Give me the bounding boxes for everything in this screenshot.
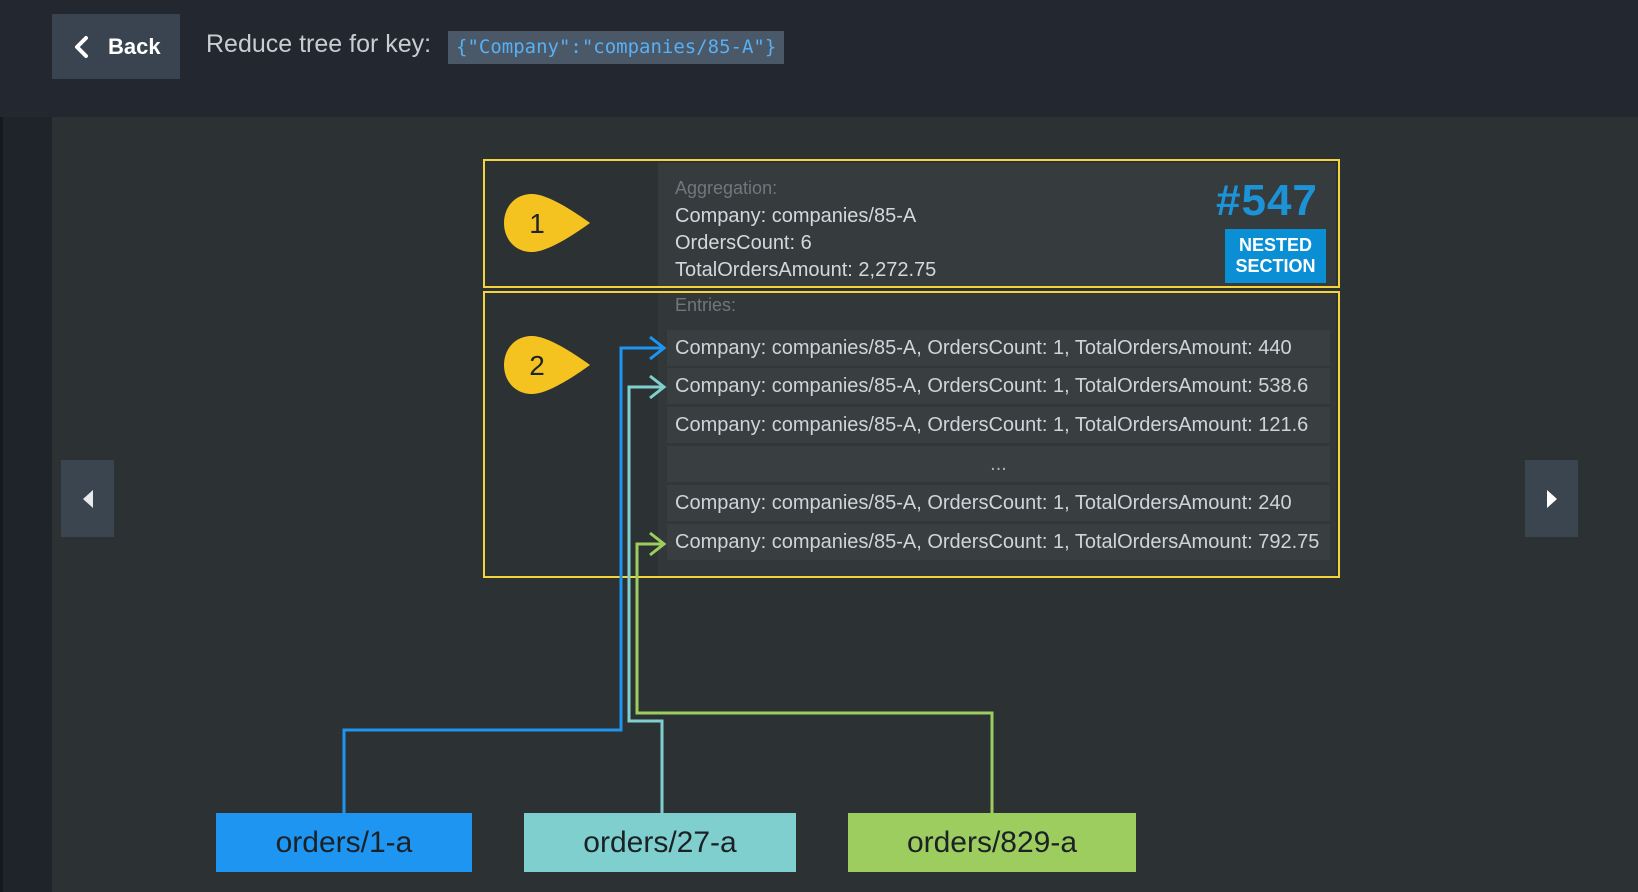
document-orders-829a[interactable]: orders/829-a bbox=[848, 813, 1136, 872]
connector-orders-1a bbox=[342, 346, 664, 813]
connector-orders-829a bbox=[635, 542, 994, 813]
document-orders-1a[interactable]: orders/1-a bbox=[216, 813, 472, 872]
connector-orders-27a bbox=[627, 385, 664, 813]
connector-lines bbox=[342, 335, 994, 813]
document-orders-27a[interactable]: orders/27-a bbox=[524, 813, 796, 872]
